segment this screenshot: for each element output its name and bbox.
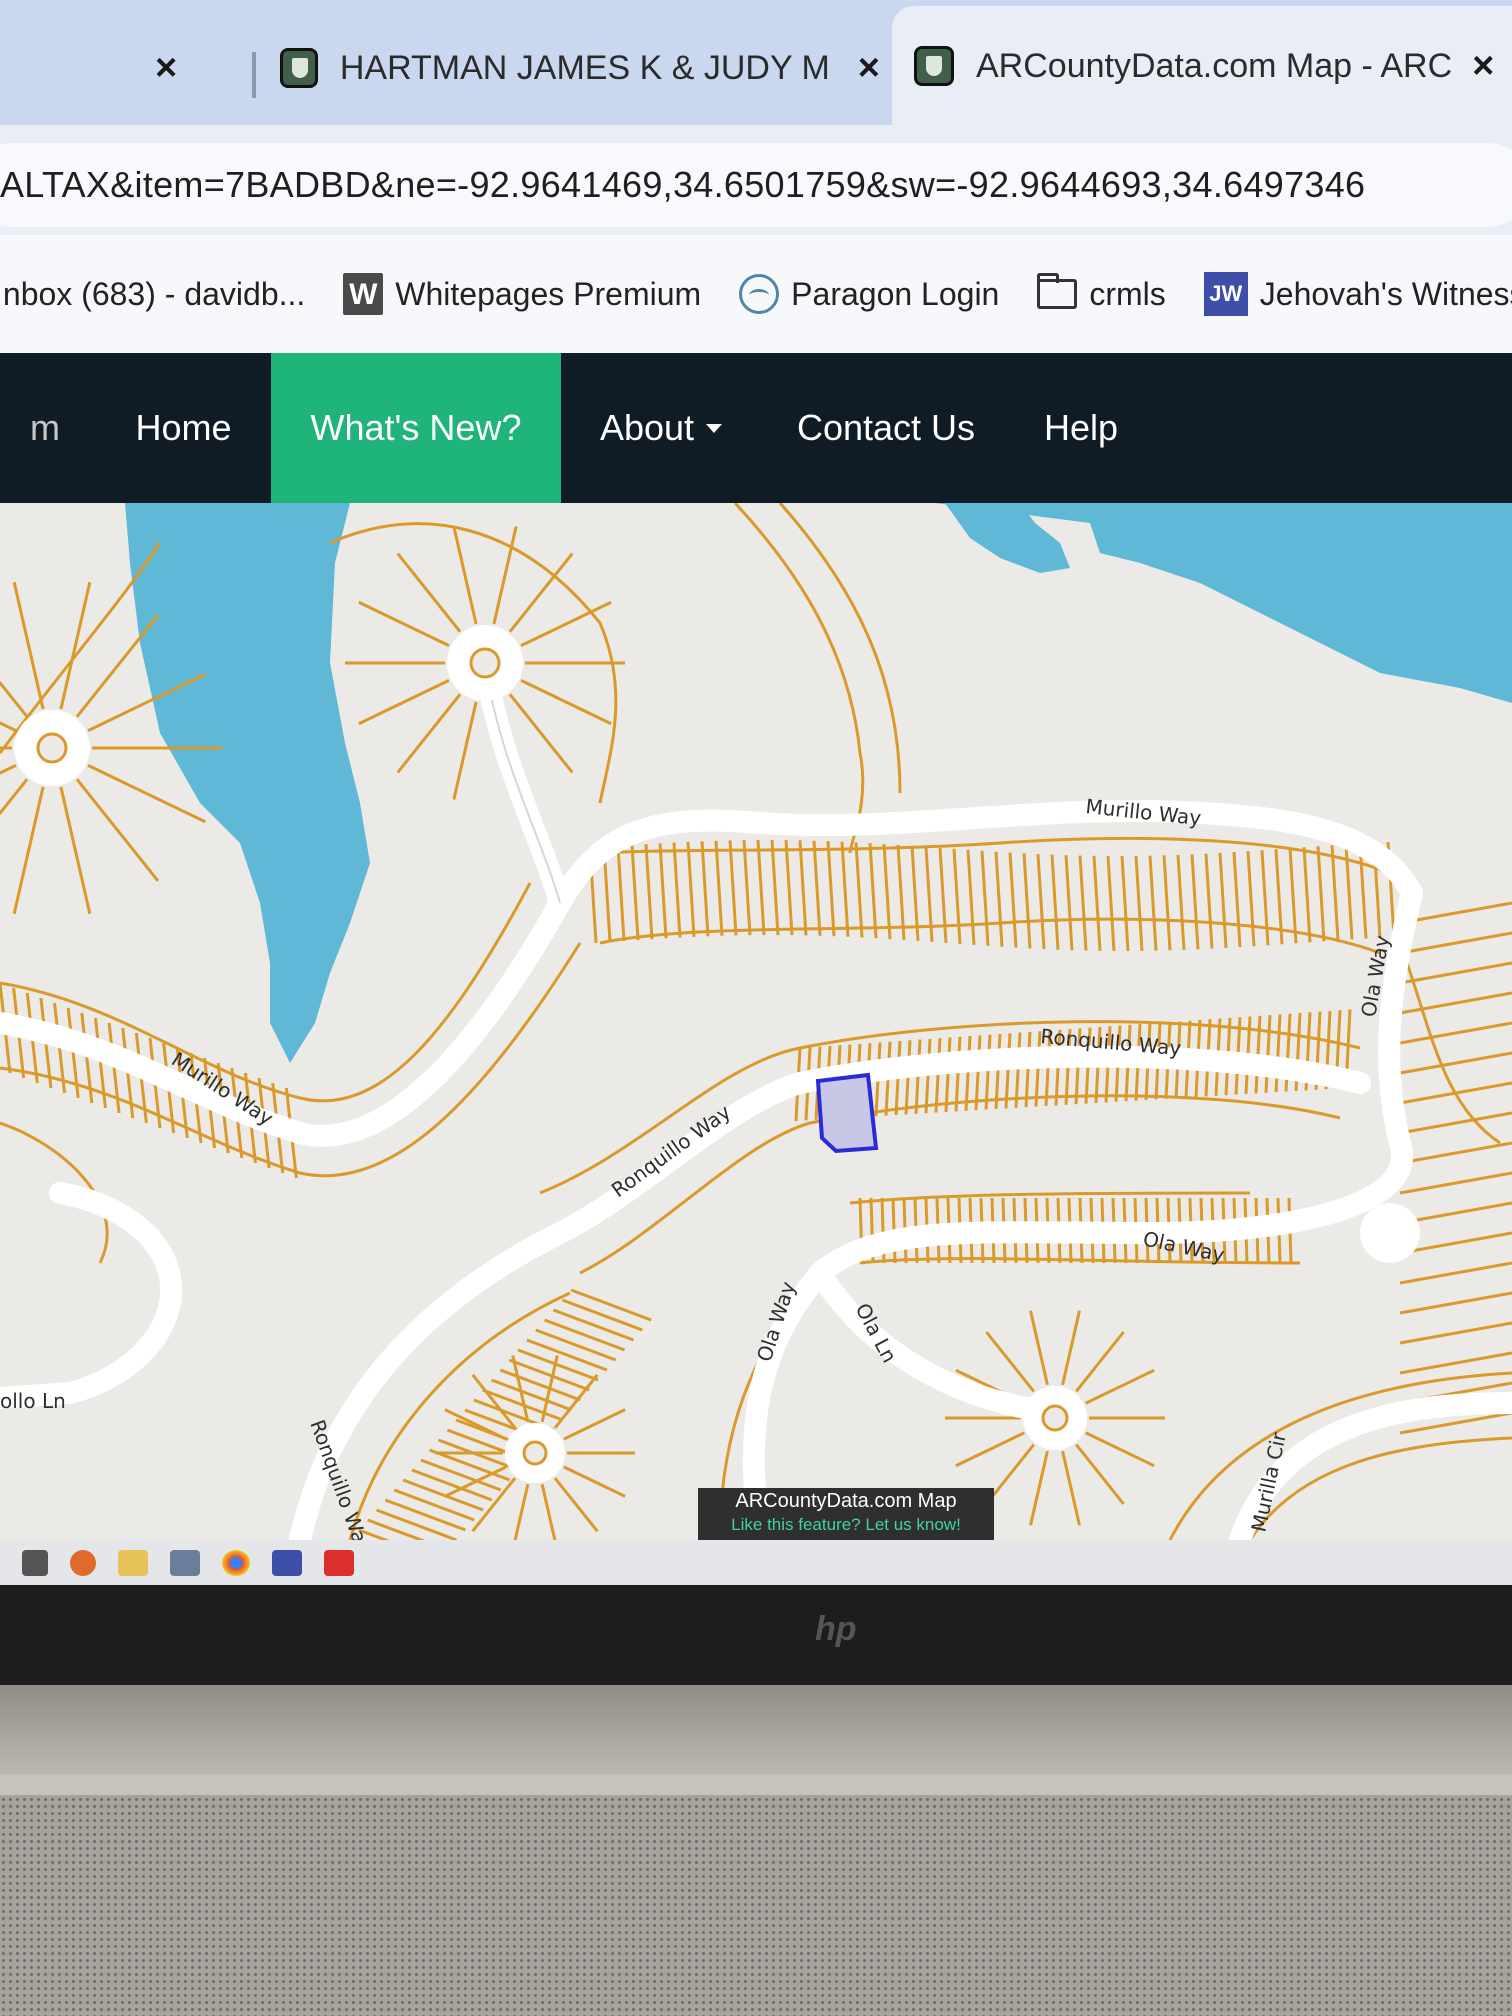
tab-hartman[interactable]: HARTMAN JAMES K & JUDY M × xyxy=(280,18,880,118)
attribution-feedback-link[interactable]: Like this feature? Let us know! xyxy=(698,1514,994,1536)
bookmark-whitepages[interactable]: W Whitepages Premium xyxy=(343,273,701,315)
laptop-screen: × HARTMAN JAMES K & JUDY M × ARCountyDat… xyxy=(0,0,1512,1585)
parcel-map[interactable]: Murillo Way Murillo Way Ronquillo Way Ro… xyxy=(0,503,1512,1540)
tab-close-icon[interactable]: × xyxy=(155,47,177,90)
browser-tab-strip: × HARTMAN JAMES K & JUDY M × ARCountyDat… xyxy=(0,0,1512,135)
bookmark-label: Paragon Login xyxy=(791,275,1000,312)
folder-icon[interactable] xyxy=(118,1549,148,1576)
bookmark-label: Jehovah's Witnesse xyxy=(1259,275,1512,312)
bookmark-label: Whitepages Premium xyxy=(395,275,702,312)
road-ola-ln xyxy=(809,1262,1071,1424)
nav-about[interactable]: About xyxy=(561,353,761,503)
nav-about-label: About xyxy=(599,407,695,448)
whitepages-icon: W xyxy=(343,273,384,315)
file-explorer-icon[interactable] xyxy=(22,1549,48,1576)
map-canvas[interactable]: Murillo Way Murillo Way Ronquillo Way Ro… xyxy=(0,503,1512,1540)
county-favicon-icon xyxy=(280,48,318,88)
laptop-speaker-grille xyxy=(0,1775,1512,2016)
site-brand[interactable]: m xyxy=(0,353,66,503)
snip-tool-icon[interactable] xyxy=(170,1549,200,1576)
paragon-icon xyxy=(739,274,780,314)
url-text: ALTAX&item=7BADBD&ne=-92.9641469,34.6501… xyxy=(0,164,1366,205)
bookmark-label: crmls xyxy=(1089,275,1166,312)
attribution-title: ARCountyData.com Map xyxy=(735,1490,957,1512)
url-input[interactable]: ALTAX&item=7BADBD&ne=-92.9641469,34.6501… xyxy=(0,143,1512,227)
tab-close-icon[interactable]: × xyxy=(1472,45,1494,88)
laptop-bezel: hp xyxy=(0,1585,1512,1685)
chrome-icon[interactable] xyxy=(222,1549,250,1576)
bookmark-paragon[interactable]: Paragon Login xyxy=(739,274,999,314)
map-attribution: ARCountyData.com Map Like this feature? … xyxy=(698,1488,994,1540)
tab-title: ARCountyData.com Map - ARC xyxy=(976,46,1453,85)
bookmark-crmls[interactable]: crmls xyxy=(1037,273,1166,313)
site-nav: m Home What's New? About Contact Us Help xyxy=(0,353,1512,503)
os-taskbar xyxy=(0,1540,1512,1585)
label-ollo-ln: ollo Ln xyxy=(0,1389,66,1413)
county-favicon-icon xyxy=(914,46,954,86)
bookmarks-bar: Inbox (683) - davidb... W Whitepages Pre… xyxy=(0,235,1512,353)
nav-whats-new[interactable]: What's New? xyxy=(271,353,561,503)
jw-app-icon[interactable] xyxy=(272,1549,302,1576)
label-murillo-way-north: Murillo Way xyxy=(1084,794,1202,830)
lake-west xyxy=(125,503,370,1063)
tab-previous[interactable]: × xyxy=(0,18,230,118)
pdf-reader-icon[interactable] xyxy=(324,1549,354,1576)
bookmark-inbox[interactable]: Inbox (683) - davidb... xyxy=(0,276,305,313)
address-bar: ALTAX&item=7BADBD&ne=-92.9641469,34.6501… xyxy=(0,125,1512,235)
nav-contact-us[interactable]: Contact Us xyxy=(761,353,1011,503)
bookmark-jw[interactable]: JW Jehovah's Witnesse xyxy=(1203,272,1512,316)
selected-parcel[interactable] xyxy=(815,1072,879,1154)
folder-icon xyxy=(1037,273,1078,309)
laptop-hinge xyxy=(0,1685,1512,1775)
tab-title: HARTMAN JAMES K & JUDY M xyxy=(339,48,830,87)
hp-logo: hp xyxy=(815,1610,857,1648)
nav-help[interactable]: Help xyxy=(1011,353,1151,503)
bookmark-label: Inbox (683) - davidb... xyxy=(0,275,306,312)
laptop-deck-edge xyxy=(0,1775,1512,1795)
tab-divider xyxy=(252,52,256,98)
notification-icon[interactable] xyxy=(70,1549,96,1576)
road-west-loop xyxy=(0,1182,183,1409)
tab-arcountydata-map[interactable]: ARCountyData.com Map - ARC × xyxy=(892,6,1512,126)
tab-close-icon[interactable]: × xyxy=(858,47,880,90)
nav-home[interactable]: Home xyxy=(96,353,271,503)
caret-down-icon xyxy=(706,423,723,433)
jw-icon: JW xyxy=(1203,272,1248,316)
